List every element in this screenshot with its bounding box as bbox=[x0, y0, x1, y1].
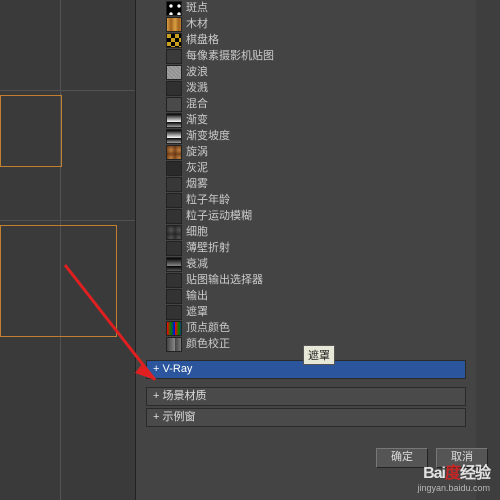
map-item[interactable]: 旋涡 bbox=[146, 144, 466, 160]
map-item-label: 渐变坡度 bbox=[186, 128, 230, 144]
map-item-label: 灰泥 bbox=[186, 160, 208, 176]
map-item[interactable]: 衰减 bbox=[146, 256, 466, 272]
map-item-label: 贴图输出选择器 bbox=[186, 272, 263, 288]
map-item[interactable]: 灰泥 bbox=[146, 160, 466, 176]
map-item[interactable]: 斑点 bbox=[146, 0, 466, 16]
map-swatch-icon bbox=[166, 321, 182, 336]
map-item-label: 每像素摄影机贴图 bbox=[186, 48, 274, 64]
map-swatch-icon bbox=[166, 17, 182, 32]
map-item[interactable]: 顶点颜色 bbox=[146, 320, 466, 336]
map-swatch-icon bbox=[166, 33, 182, 48]
map-swatch-icon bbox=[166, 113, 182, 128]
map-swatch-icon bbox=[166, 177, 182, 192]
map-item-label: 斑点 bbox=[186, 0, 208, 16]
map-item-label: 遮罩 bbox=[186, 304, 208, 320]
viewport-selection bbox=[0, 95, 62, 167]
map-swatch-icon bbox=[166, 305, 182, 320]
map-swatch-icon bbox=[166, 337, 182, 352]
map-swatch-icon bbox=[166, 129, 182, 144]
watermark: Bai度经验 jingyan.baidu.com bbox=[417, 459, 490, 494]
map-item[interactable]: 木材 bbox=[146, 16, 466, 32]
map-swatch-icon bbox=[166, 81, 182, 96]
viewport-selection bbox=[0, 225, 117, 337]
map-swatch-icon bbox=[166, 193, 182, 208]
map-swatch-icon bbox=[166, 161, 182, 176]
map-swatch-icon bbox=[166, 225, 182, 240]
map-item[interactable]: 渐变 bbox=[146, 112, 466, 128]
map-swatch-icon bbox=[166, 289, 182, 304]
category-expander-sample[interactable]: + 示例窗 bbox=[146, 408, 466, 427]
map-item-label: 木材 bbox=[186, 16, 208, 32]
map-swatch-icon bbox=[166, 145, 182, 160]
map-item[interactable]: 混合 bbox=[146, 96, 466, 112]
map-item[interactable]: 输出 bbox=[146, 288, 466, 304]
map-swatch-icon bbox=[166, 241, 182, 256]
map-item-label: 粒子运动模糊 bbox=[186, 208, 252, 224]
map-item[interactable]: 每像素摄影机贴图 bbox=[146, 48, 466, 64]
map-swatch-icon bbox=[166, 97, 182, 112]
map-item-label: 旋涡 bbox=[186, 144, 208, 160]
tooltip: 遮罩 bbox=[303, 345, 335, 365]
map-swatch-icon bbox=[166, 209, 182, 224]
map-item[interactable]: 波浪 bbox=[146, 64, 466, 80]
map-item-label: 粒子年龄 bbox=[186, 192, 230, 208]
map-item-label: 渐变 bbox=[186, 112, 208, 128]
map-item[interactable]: 贴图输出选择器 bbox=[146, 272, 466, 288]
map-item-label: 泼溅 bbox=[186, 80, 208, 96]
map-item[interactable]: 薄壁折射 bbox=[146, 240, 466, 256]
map-item-label: 颜色校正 bbox=[186, 336, 230, 352]
map-item[interactable]: 粒子年龄 bbox=[146, 192, 466, 208]
panel-right-edge bbox=[474, 0, 500, 500]
map-item-label: 薄壁折射 bbox=[186, 240, 230, 256]
map-item-label: 混合 bbox=[186, 96, 208, 112]
map-item-label: 波浪 bbox=[186, 64, 208, 80]
map-swatch-icon bbox=[166, 65, 182, 80]
material-map-browser: 斑点木材棋盘格每像素摄影机贴图波浪泼溅混合渐变渐变坡度旋涡灰泥烟雾粒子年龄粒子运… bbox=[135, 0, 476, 500]
map-item[interactable]: 遮罩 bbox=[146, 304, 466, 320]
map-item-label: 输出 bbox=[186, 288, 208, 304]
category-expander-scene[interactable]: + 场景材质 bbox=[146, 387, 466, 406]
map-item[interactable]: 棋盘格 bbox=[146, 32, 466, 48]
map-item-label: 棋盘格 bbox=[186, 32, 219, 48]
map-swatch-icon bbox=[166, 257, 182, 272]
map-swatch-icon bbox=[166, 273, 182, 288]
map-item-label: 顶点颜色 bbox=[186, 320, 230, 336]
map-swatch-icon bbox=[166, 49, 182, 64]
map-item[interactable]: 渐变坡度 bbox=[146, 128, 466, 144]
map-item-label: 细胞 bbox=[186, 224, 208, 240]
map-item[interactable]: 细胞 bbox=[146, 224, 466, 240]
map-item-label: 衰减 bbox=[186, 256, 208, 272]
viewport-background bbox=[0, 0, 135, 500]
map-swatch-icon bbox=[166, 1, 182, 16]
map-item[interactable]: 粒子运动模糊 bbox=[146, 208, 466, 224]
map-item[interactable]: 烟雾 bbox=[146, 176, 466, 192]
map-item[interactable]: 泼溅 bbox=[146, 80, 466, 96]
map-item-label: 烟雾 bbox=[186, 176, 208, 192]
